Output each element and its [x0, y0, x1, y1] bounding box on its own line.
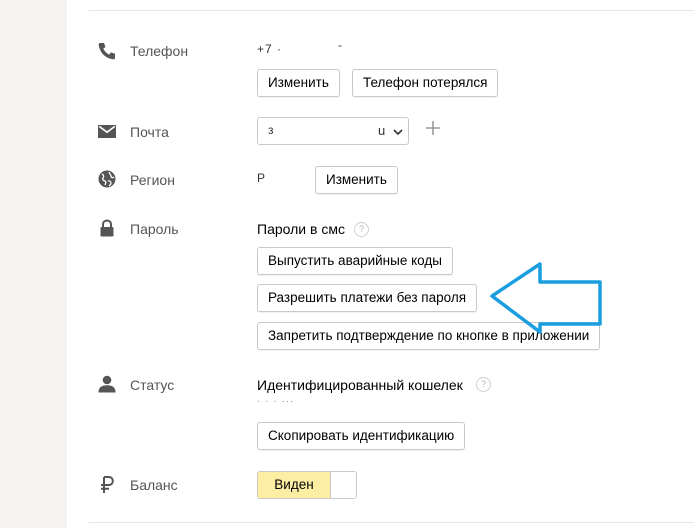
password-mode: Пароли в смс: [257, 221, 345, 237]
password-help-icon[interactable]: ?: [354, 222, 369, 237]
email-value-end: u: [378, 123, 386, 138]
email-value-start: з: [268, 123, 274, 137]
status-masked-line: · · · ···: [257, 396, 295, 407]
email-select[interactable]: з u: [257, 117, 409, 145]
user-icon: [96, 373, 118, 395]
password-label: Пароль: [130, 221, 179, 237]
phone-value: +7 ·: [257, 42, 283, 56]
bottom-divider: [89, 522, 694, 523]
emergency-codes-button[interactable]: Выпустить аварийные коды: [257, 247, 453, 275]
mail-icon: [96, 120, 118, 142]
email-value-masked: [284, 120, 380, 142]
annotation-arrow-icon: [486, 260, 606, 336]
status-help-icon[interactable]: ?: [476, 377, 491, 392]
phone-value-tail: -: [338, 38, 343, 52]
copy-identification-button[interactable]: Скопировать идентификацию: [257, 422, 466, 450]
region-value: Р: [257, 171, 267, 185]
globe-icon: [96, 168, 118, 190]
region-label: Регион: [130, 172, 175, 188]
ruble-icon: [96, 474, 118, 496]
chevron-down-icon: [392, 125, 404, 143]
balance-visibility-toggle[interactable]: Виден: [257, 471, 357, 499]
left-sidebar-strip: [0, 0, 67, 528]
status-label: Статус: [130, 377, 175, 393]
email-label: Почта: [130, 124, 169, 140]
balance-label: Баланс: [130, 477, 178, 493]
allow-payments-without-password-button[interactable]: Разрешить платежи без пароля: [257, 284, 478, 312]
phone-change-button[interactable]: Изменить: [257, 69, 340, 97]
phone-icon: [96, 40, 118, 62]
status-value: Идентифицированный кошелек: [257, 377, 463, 393]
balance-toggle-knob[interactable]: [330, 472, 356, 498]
phone-label: Телефон: [130, 43, 189, 59]
balance-toggle-label: Виден: [258, 472, 330, 498]
add-email-plus-icon[interactable]: [424, 119, 442, 137]
lock-icon: [96, 217, 118, 239]
top-divider: [89, 10, 694, 11]
phone-lost-button[interactable]: Телефон потерялся: [352, 69, 499, 97]
region-change-button[interactable]: Изменить: [315, 166, 398, 194]
